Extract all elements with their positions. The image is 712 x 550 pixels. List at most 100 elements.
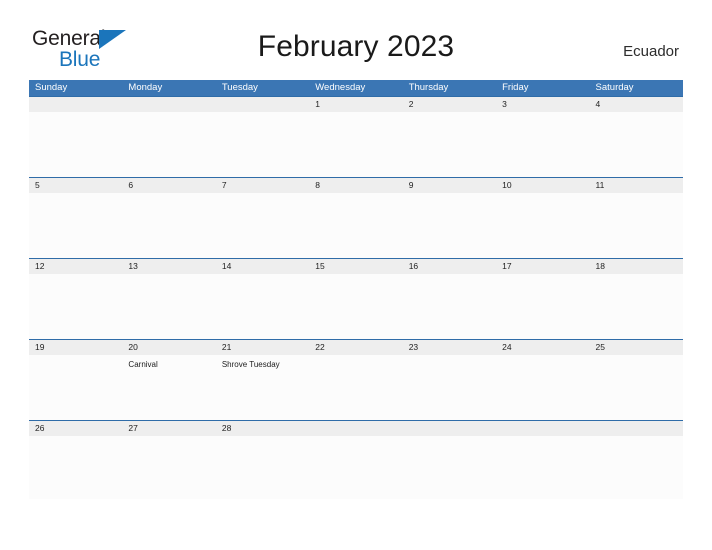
calendar-week-row: 26 27 28 xyxy=(29,420,683,499)
calendar-day-cell[interactable]: 16 xyxy=(402,259,497,339)
calendar-day-cell[interactable] xyxy=(122,97,216,177)
weekday-header-saturday: Saturday xyxy=(595,82,634,93)
day-events xyxy=(403,193,496,197)
day-events xyxy=(122,274,215,278)
day-number-band xyxy=(29,178,123,193)
calendar-day-cell[interactable]: 27 xyxy=(122,421,216,499)
day-number-band xyxy=(402,97,497,112)
page-header: General Blue February 2023 Ecuador xyxy=(0,0,712,70)
calendar-weeks: 1 2 3 4 5 6 7 8 9 10 11 12 13 14 15 16 17 18 19 20 Carnival 2… xyxy=(29,96,683,499)
day-number: 14 xyxy=(221,261,232,271)
calendar-day-cell[interactable]: 10 xyxy=(496,178,590,258)
weekday-header-sunday: Sunday xyxy=(35,82,68,93)
calendar-day-cell[interactable]: 13 xyxy=(122,259,216,339)
day-events xyxy=(590,436,683,440)
day-number: 27 xyxy=(128,423,138,433)
day-number: 15 xyxy=(315,261,325,271)
day-number-band xyxy=(589,97,683,112)
day-events xyxy=(403,355,496,359)
day-number: 9 xyxy=(408,180,414,190)
calendar-day-cell[interactable]: 1 xyxy=(309,97,403,177)
calendar-day-cell[interactable]: 17 xyxy=(496,259,590,339)
day-number: 10 xyxy=(502,180,512,190)
calendar-day-cell[interactable] xyxy=(215,97,310,177)
day-number: 17 xyxy=(502,261,512,271)
calendar-day-cell[interactable]: 11 xyxy=(589,178,683,258)
calendar-day-cell[interactable]: 18 xyxy=(589,259,683,339)
day-number: 1 xyxy=(315,99,320,109)
calendar-day-cell[interactable]: 4 xyxy=(589,97,683,177)
day-number: 28 xyxy=(221,423,232,433)
day-number-band xyxy=(309,421,403,436)
day-events xyxy=(29,436,122,440)
day-number: 6 xyxy=(128,180,134,190)
calendar-day-cell[interactable]: 15 xyxy=(309,259,403,339)
day-events xyxy=(216,436,309,440)
day-events xyxy=(590,274,683,278)
calendar-day-cell[interactable] xyxy=(589,421,683,499)
calendar-day-cell[interactable]: 6 xyxy=(122,178,216,258)
day-events xyxy=(309,436,402,440)
day-number-band xyxy=(309,97,403,112)
day-events xyxy=(403,112,496,116)
day-number: 25 xyxy=(595,342,605,352)
day-number: 13 xyxy=(128,261,138,271)
calendar-day-cell[interactable]: 26 xyxy=(29,421,123,499)
day-number: 18 xyxy=(595,261,605,271)
day-number: 16 xyxy=(408,261,419,271)
day-events xyxy=(122,193,215,197)
calendar-day-cell[interactable] xyxy=(496,421,590,499)
day-number-band xyxy=(215,178,310,193)
day-events xyxy=(309,193,402,197)
day-number-band xyxy=(589,421,683,436)
calendar-week-row: 19 20 Carnival 21 Shrove Tuesday 22 23 24 25 xyxy=(29,339,683,420)
day-events xyxy=(216,274,309,278)
calendar-day-cell[interactable]: 2 xyxy=(402,97,497,177)
day-events xyxy=(496,193,589,197)
day-events xyxy=(29,274,122,278)
calendar-day-cell[interactable]: 25 xyxy=(589,340,683,420)
day-number: 26 xyxy=(35,423,45,433)
calendar-day-cell[interactable]: 19 xyxy=(29,340,123,420)
day-number-band xyxy=(215,97,310,112)
day-events xyxy=(122,112,215,116)
calendar-week-row: 1 2 3 4 xyxy=(29,96,683,177)
holiday-event: Carnival xyxy=(128,360,158,369)
calendar-day-cell[interactable] xyxy=(402,421,497,499)
calendar-day-cell[interactable]: 24 xyxy=(496,340,590,420)
day-number-band xyxy=(122,97,216,112)
day-number: 23 xyxy=(408,342,419,352)
calendar-day-cell[interactable]: 12 xyxy=(29,259,123,339)
day-events: Shrove Tuesday xyxy=(216,355,309,370)
day-events xyxy=(496,274,589,278)
calendar-day-cell[interactable]: 9 xyxy=(402,178,497,258)
calendar-day-cell[interactable]: 5 xyxy=(29,178,123,258)
calendar-day-cell[interactable]: 7 xyxy=(215,178,310,258)
day-events xyxy=(29,193,122,197)
day-number: 12 xyxy=(35,261,45,271)
calendar-day-cell[interactable]: 23 xyxy=(402,340,497,420)
calendar-day-cell[interactable] xyxy=(29,97,123,177)
day-events xyxy=(403,436,496,440)
calendar-day-cell[interactable] xyxy=(309,421,403,499)
week-cells: 12 13 14 15 16 17 18 xyxy=(29,259,683,339)
day-events xyxy=(29,112,122,116)
calendar-day-cell[interactable]: 21 Shrove Tuesday xyxy=(215,340,310,420)
day-events xyxy=(29,355,122,359)
day-events xyxy=(590,355,683,359)
day-number: 8 xyxy=(315,180,320,190)
calendar-day-cell[interactable]: 20 Carnival xyxy=(122,340,216,420)
calendar-day-cell[interactable]: 14 xyxy=(215,259,310,339)
day-events xyxy=(309,112,402,116)
weekday-header-wednesday: Wednesday xyxy=(315,82,366,93)
calendar-day-cell[interactable]: 8 xyxy=(309,178,403,258)
calendar-day-cell[interactable]: 22 xyxy=(309,340,403,420)
day-number-band xyxy=(496,97,590,112)
page-title: February 2023 xyxy=(257,30,455,63)
day-events xyxy=(216,112,309,116)
week-cells: 19 20 Carnival 21 Shrove Tuesday 22 23 24 25 xyxy=(29,340,683,420)
day-number: 7 xyxy=(221,180,227,190)
calendar-day-cell[interactable]: 3 xyxy=(496,97,590,177)
weekday-header-thursday: Thursday xyxy=(408,82,449,93)
calendar-day-cell[interactable]: 28 xyxy=(215,421,310,499)
